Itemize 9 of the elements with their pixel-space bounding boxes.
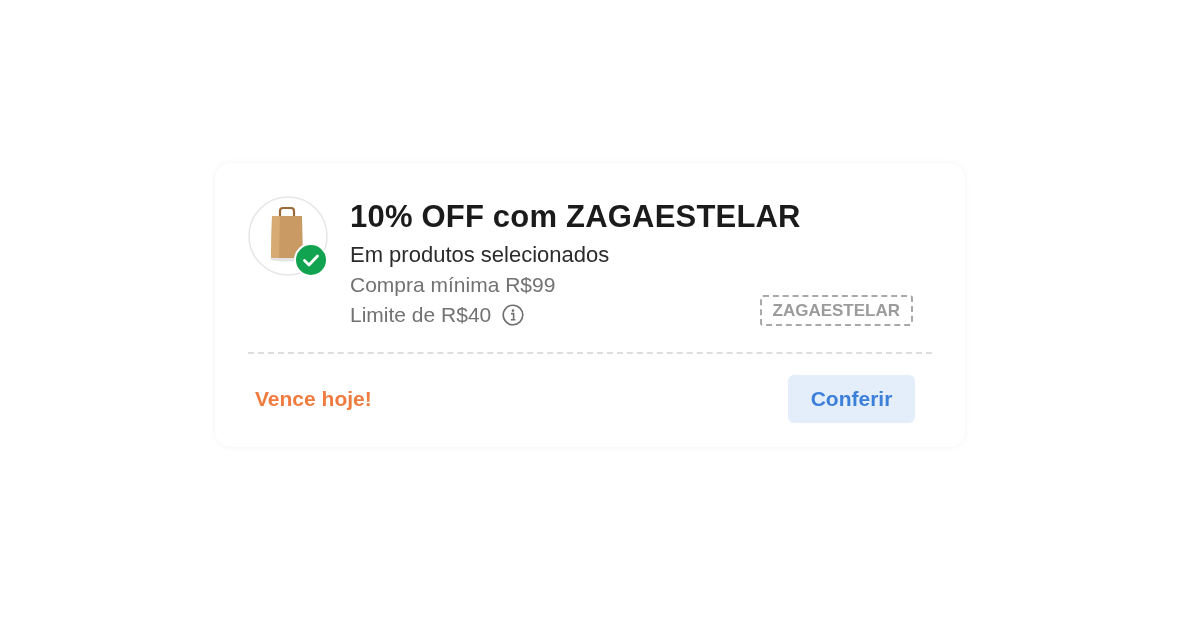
condition-text: Limite de R$40 [350, 302, 492, 328]
check-badge-icon [294, 243, 328, 277]
condition-text: Compra mínima R$99 [350, 272, 556, 298]
action-button[interactable]: Conferir [788, 375, 915, 423]
coupon-subtitle: Em produtos selecionados [350, 241, 611, 269]
coupon-code-tag: ZAGAESTELAR [759, 295, 913, 326]
coupon-title: 10% OFF com ZAGAESTELAR [350, 198, 802, 236]
info-icon[interactable] [502, 304, 525, 326]
expiry-text: Vence hoje! [255, 387, 372, 411]
